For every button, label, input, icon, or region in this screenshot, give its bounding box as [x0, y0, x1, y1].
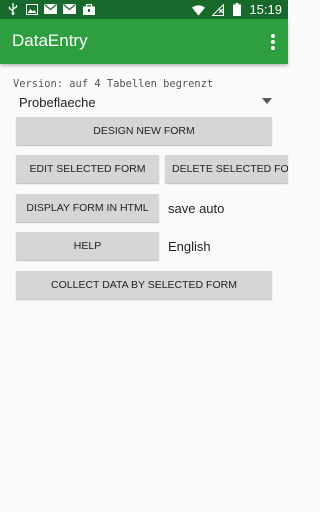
- edit-selected-form-button[interactable]: EDIT SELECTED FORM: [16, 155, 159, 183]
- save-mode-label: save auto: [168, 201, 225, 216]
- notification-icons: [6, 3, 95, 15]
- spinner-selected-value: Probeflaeche: [19, 95, 96, 110]
- image-icon: [25, 3, 38, 15]
- language-label: English: [168, 239, 211, 254]
- mail-icon: [44, 3, 57, 15]
- help-button[interactable]: HELP: [16, 232, 159, 260]
- status-bar: 15:19: [0, 0, 288, 19]
- collect-data-button[interactable]: COLLECT DATA BY SELECTED FORM: [16, 271, 272, 299]
- dropdown-arrow-icon: [262, 98, 272, 104]
- clock: 15:19: [249, 2, 282, 17]
- app-title: DataEntry: [12, 31, 88, 50]
- version-info: Version: auf 4 Tabellen begrenzt: [13, 78, 214, 90]
- wifi-icon: [192, 4, 206, 16]
- app-bar: DataEntry: [0, 19, 288, 64]
- overflow-menu-icon[interactable]: [269, 32, 277, 52]
- battery-icon: [230, 3, 243, 16]
- mail-icon: [63, 3, 76, 15]
- delete-selected-form-button[interactable]: DELETE SELECTED FORM: [165, 155, 288, 183]
- design-new-form-button[interactable]: DESIGN NEW FORM: [16, 117, 272, 145]
- briefcase-icon: [82, 3, 95, 15]
- no-signal-icon: [211, 3, 224, 16]
- system-icons: 15:19: [192, 1, 282, 18]
- display-form-html-button[interactable]: DISPLAY FORM IN HTML: [16, 194, 159, 222]
- form-selector-spinner[interactable]: Probeflaeche: [16, 92, 278, 112]
- usb-icon: [6, 3, 19, 15]
